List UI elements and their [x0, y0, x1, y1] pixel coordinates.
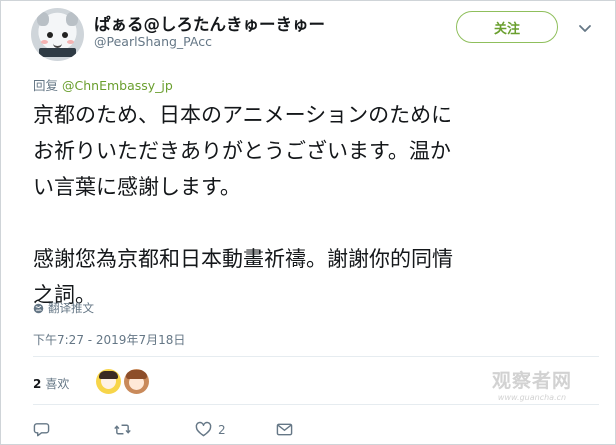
avatar-blush	[41, 40, 48, 44]
divider	[33, 404, 599, 405]
message-button[interactable]	[276, 421, 293, 438]
display-name[interactable]: ぱぁる@しろたんきゅーきゅー	[94, 11, 325, 35]
liker-avatar[interactable]	[124, 369, 149, 394]
chevron-down-icon[interactable]	[578, 22, 592, 36]
watermark-title: 观察者网	[492, 370, 573, 392]
globe-icon	[33, 303, 44, 313]
avatar-blush	[67, 40, 74, 44]
tweet-text-ja: 京都のため、日本のアニメーションのために お祈りいただきありがとうございます。温…	[33, 103, 453, 199]
heart-icon	[195, 421, 212, 437]
reply-icon	[33, 423, 50, 437]
like-count: 2	[218, 422, 226, 437]
avatar[interactable]	[31, 8, 84, 61]
tweet-actions: 2	[33, 421, 293, 438]
retweet-button[interactable]	[114, 421, 195, 438]
retweet-icon	[114, 424, 131, 435]
translate-label: 翻译推文	[48, 301, 94, 315]
avatar-eye	[47, 32, 53, 38]
tweet-text: 京都のため、日本のアニメーションのために お祈りいただきありがとうございます。温…	[33, 97, 593, 313]
reply-button[interactable]	[33, 421, 114, 438]
user-handle[interactable]: @PearlShang_PAcc	[94, 34, 212, 49]
follow-button[interactable]: 关注	[456, 11, 558, 43]
likes-count: 2	[33, 377, 42, 391]
likers-avatars	[96, 369, 149, 394]
reply-context: 回复 @ChnEmbassy_jp	[33, 75, 173, 94]
watermark: 观察者网 www.guancha.cn	[492, 366, 572, 402]
avatar-ear	[37, 12, 49, 26]
likes-summary[interactable]: 2 喜欢	[33, 375, 69, 392]
liker-avatar[interactable]	[96, 369, 121, 394]
reply-prefix: 回复	[33, 78, 59, 93]
avatar-ear	[66, 12, 78, 26]
avatar-board	[39, 48, 76, 57]
avatar-eye	[62, 32, 68, 38]
tweet-text-zh: 感謝您為京都和日本動畫祈禱。謝謝你的同情 之詞。	[33, 247, 453, 307]
message-icon	[276, 423, 293, 436]
avatar-mouth	[53, 41, 62, 48]
likes-label: 喜欢	[45, 377, 70, 391]
reply-to-link[interactable]: @ChnEmbassy_jp	[62, 78, 173, 93]
timestamp[interactable]: 下午7:27 - 2019年7月18日	[33, 331, 185, 348]
translate-tweet-link[interactable]: 翻译推文	[33, 300, 94, 316]
watermark-url: www.guancha.cn	[497, 393, 567, 402]
divider	[33, 356, 599, 357]
like-button[interactable]: 2	[195, 421, 276, 438]
